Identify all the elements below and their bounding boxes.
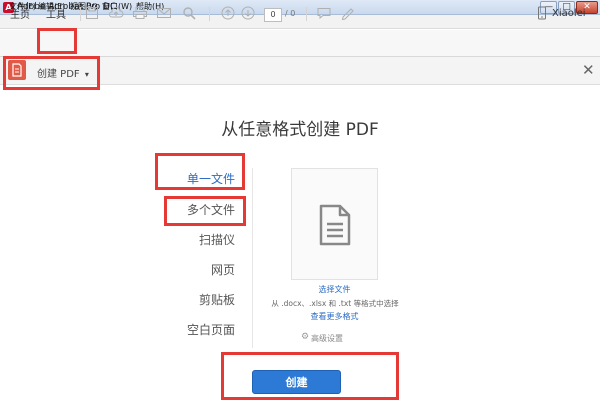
highlight-single-file [155,153,245,190]
email-icon[interactable] [156,6,172,22]
document-icon [318,204,352,249]
toolbar-divider [209,7,210,21]
page-number-input[interactable]: 0 [264,8,282,22]
source-clipboard[interactable]: 剪贴板 [155,291,235,308]
more-formats-link[interactable]: 查看更多格式 [291,311,378,322]
source-scanner[interactable]: 扫描仪 [155,231,235,248]
page-down-icon[interactable] [240,6,256,22]
page-up-icon[interactable] [220,6,236,22]
page-title: 从任意格式创建 PDF [221,120,379,140]
tab-tools[interactable]: 工具 [46,6,66,21]
choose-file-link[interactable]: 选择文件 [291,284,378,295]
format-hint: 从 .docx、.xlsx 和 .txt 等格式中选择 [271,299,399,308]
vertical-divider [252,168,253,348]
highlight-multiple-files [164,196,246,226]
toolbar [0,30,600,57]
print-icon[interactable] [132,6,148,22]
page-total: / 0 [285,9,296,18]
highlight-create-button [221,352,399,400]
close-icon[interactable]: ✕ [582,61,595,79]
mobile-device-icon[interactable] [534,6,550,22]
source-blank-page[interactable]: 空白页面 [155,321,235,338]
comment-icon[interactable] [316,6,332,22]
user-name[interactable]: Xiaolei [552,8,586,19]
pen-sign-icon[interactable] [340,6,356,22]
highlight-create-pdf [3,56,100,90]
advanced-settings-link[interactable]: 高级设置 [311,333,343,344]
source-webpage[interactable]: 网页 [155,261,235,278]
upload-cloud-icon[interactable] [108,6,124,22]
toolbar-divider [80,7,81,21]
search-icon[interactable] [181,6,197,22]
gear-icon[interactable]: ⚙ [301,332,309,342]
highlight-tools-tab [37,28,77,54]
toolbar-divider [306,7,307,21]
save-icon[interactable] [84,6,100,22]
tab-home[interactable]: 主页 [10,6,30,21]
